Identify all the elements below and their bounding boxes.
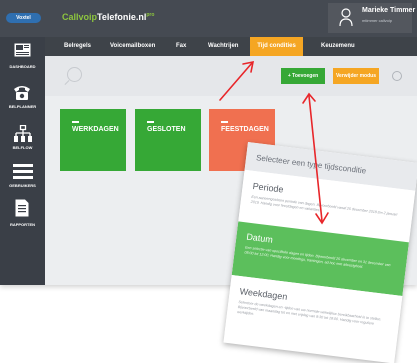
user-avatar-icon[interactable] [339, 7, 353, 27]
sidebar-label-gebruikers: GEBRUIKERS [9, 183, 36, 188]
card-label: GESLOTEN [147, 126, 186, 133]
tab-bar: Belregels Voicemailboxen Fax Wachtrijen … [45, 37, 417, 56]
sidebar-label-belplanner: BELPLANNER [8, 104, 37, 109]
tab-wachtrijen[interactable]: Wachtrijen [208, 37, 238, 56]
hierarchy-icon [14, 125, 32, 142]
brand-title: CallvoipTelefonie.nlpro [62, 12, 154, 22]
user-subtitle: mtimmer callvoip [362, 18, 393, 23]
option-description: Selecteer de weekdagen en -tijden van uw… [236, 300, 382, 326]
card-dash [221, 121, 228, 123]
tab-tijd-condities[interactable]: Tijd condities [250, 37, 303, 56]
user-name: Marieke Timmer [362, 7, 416, 14]
tab-keuzemenu[interactable]: Keuzemenu [321, 37, 355, 56]
list-icon [13, 164, 33, 179]
option-title: Periode [252, 180, 285, 195]
card-gesloten[interactable]: GESLOTEN [135, 109, 201, 171]
type-selection-modal: Selecteer een type tijdsconditie Periode… [223, 142, 417, 363]
brand-suffix: Telefonie.nl [97, 12, 147, 22]
option-description: Een aaneengesloten periode van dagen. Bi… [250, 194, 398, 217]
brand-sup: pro [146, 12, 155, 18]
delete-mode-button[interactable]: Verwijder modus [333, 68, 379, 84]
sidebar-label-belflow: BELFLOW [12, 145, 33, 150]
sidebar: DASHBOARD BELPLANNER BELFLOW GEBRUIKERS … [0, 37, 45, 285]
option-title: Weekdagen [239, 286, 288, 302]
brand-prefix: Callvoip [62, 12, 98, 22]
sidebar-item-dashboard[interactable]: DASHBOARD [0, 43, 45, 77]
telephone-icon [14, 86, 30, 100]
tab-voicemailboxen[interactable]: Voicemailboxen [110, 37, 155, 56]
top-bar: Voxtel CallvoipTelefonie.nlpro Marieke T… [0, 0, 417, 37]
sidebar-item-belflow[interactable]: BELFLOW [0, 121, 45, 159]
card-werkdagen[interactable]: WERKDAGEN [60, 109, 126, 171]
document-icon [15, 199, 29, 217]
option-title: Datum [245, 231, 274, 245]
add-button[interactable]: + Toevoegen [281, 68, 325, 84]
card-label: WERKDAGEN [72, 126, 119, 133]
voxtel-logo[interactable]: Voxtel [6, 13, 41, 23]
sidebar-item-gebruikers[interactable]: GEBRUIKERS [0, 157, 45, 195]
keyboard-screen-icon [14, 43, 31, 57]
tab-belregels[interactable]: Belregels [64, 37, 91, 56]
sidebar-label-dashboard: DASHBOARD [9, 64, 36, 69]
sidebar-item-rapporten[interactable]: RAPPORTEN [0, 195, 45, 235]
option-description: Een selectie van specifieke dagen en tij… [244, 245, 391, 269]
card-dash [147, 121, 154, 123]
sidebar-label-rapporten: RAPPORTEN [9, 222, 36, 227]
sidebar-item-belplanner[interactable]: BELPLANNER [0, 75, 45, 115]
tab-fax[interactable]: Fax [176, 37, 186, 56]
help-circle-icon[interactable] [392, 71, 402, 81]
card-label: FEESTDAGEN [221, 126, 269, 133]
card-dash [72, 121, 79, 123]
